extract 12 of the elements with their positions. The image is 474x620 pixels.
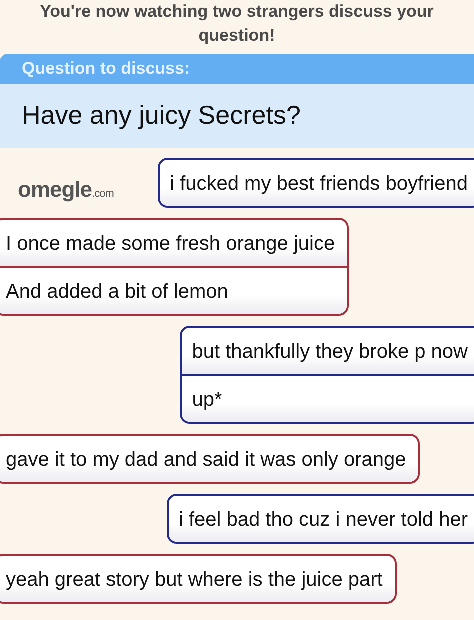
message-text: yeah great story but where is the juice part: [0, 556, 395, 602]
message-text: up*: [182, 374, 474, 422]
question-label: Question to discuss:: [0, 54, 474, 84]
message-text: but thankfully they broke p now: [182, 328, 474, 374]
message-text: And added a bit of lemon: [0, 266, 348, 314]
question-text: Have any juicy Secrets?: [0, 84, 474, 148]
message-text: gave it to my dad and said it was only orange: [0, 436, 418, 482]
message-text: I once made some fresh orange juice: [0, 220, 348, 266]
logo: omegle.com: [18, 176, 114, 204]
header-text: You're now watching two strangers discuss your question!: [39, 1, 435, 47]
message-text: i feel bad tho cuz i never told her: [168, 496, 474, 542]
message-text: i fucked my best friends boyfriend: [160, 160, 474, 206]
